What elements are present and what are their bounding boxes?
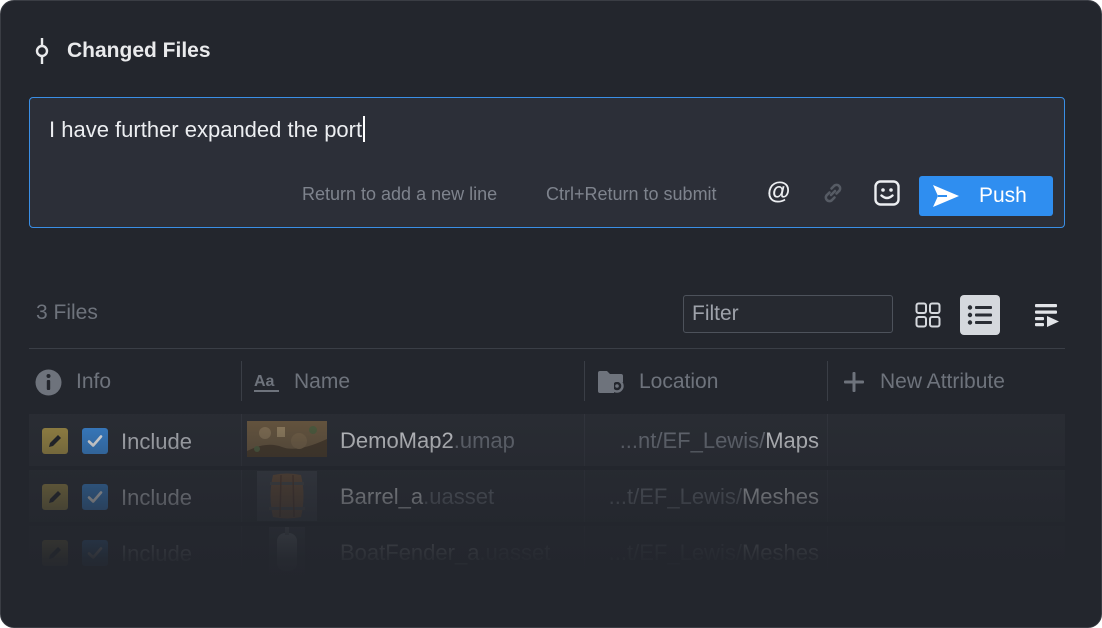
svg-text:Aa: Aa xyxy=(254,373,275,390)
commit-message-text: I have further expanded the port xyxy=(49,117,363,142)
smile-icon[interactable] xyxy=(873,179,901,207)
pencil-icon xyxy=(49,491,61,503)
filter-input[interactable] xyxy=(683,295,893,333)
column-header-location[interactable]: Location xyxy=(597,363,718,401)
column-separator[interactable] xyxy=(241,361,242,401)
checkmark-icon xyxy=(87,435,103,447)
file-extension: .umap xyxy=(453,428,515,453)
mention-button[interactable]: @ xyxy=(767,178,790,206)
cell-separator xyxy=(241,470,242,522)
include-checkbox[interactable] xyxy=(82,484,108,510)
submit-hint: Ctrl+Return to submit xyxy=(546,184,717,204)
cell-separator xyxy=(827,526,828,578)
column-label-location: Location xyxy=(639,370,719,393)
cell-separator xyxy=(584,414,585,466)
commit-message-input[interactable]: I have further expanded the port xyxy=(49,116,365,143)
new-attribute-label: New Attribute xyxy=(880,370,1005,393)
edit-status-button[interactable] xyxy=(42,540,68,566)
checkmark-icon xyxy=(87,491,103,503)
column-separator[interactable] xyxy=(584,361,585,401)
cell-separator xyxy=(827,470,828,522)
include-label: Include xyxy=(121,541,192,566)
include-label: Include xyxy=(121,485,192,510)
include-label: Include xyxy=(121,429,192,454)
file-name-base: Barrel_a xyxy=(340,484,424,509)
location-folder: Meshes xyxy=(741,540,819,565)
edit-status-button[interactable] xyxy=(42,484,68,510)
pencil-icon xyxy=(49,435,61,447)
columns-view-icon xyxy=(1035,304,1059,327)
table-row[interactable]: Include BoatFender_a.uasset ...t/EF_Lewi… xyxy=(29,526,1065,578)
new-attribute-button[interactable]: New Attribute xyxy=(844,363,1005,401)
page-title: Changed Files xyxy=(67,39,211,62)
table-row[interactable]: Include DemoMap2.umap ...nt/EF_Lewis/Map… xyxy=(29,414,1065,466)
changed-files-panel: Changed Files I have further expanded th… xyxy=(0,0,1102,628)
location-path: ...t/EF_Lewis/ xyxy=(608,540,742,565)
edit-status-button[interactable] xyxy=(42,428,68,454)
include-checkbox[interactable] xyxy=(82,428,108,454)
cell-separator xyxy=(827,414,828,466)
table-row[interactable]: Include Barrel_a.uasset ...t/EF_Lewis/Me… xyxy=(29,470,1065,522)
file-name: Barrel_a.uasset xyxy=(340,484,494,510)
map-thumbnail xyxy=(247,421,327,457)
panel-header: Changed Files xyxy=(33,35,211,67)
commit-message-box[interactable]: I have further expanded the port Return … xyxy=(29,97,1065,228)
text-caret xyxy=(363,116,365,142)
file-extension: .uasset xyxy=(479,540,551,565)
newline-hint: Return to add a new line xyxy=(302,184,498,204)
column-header-name[interactable]: Aa Name xyxy=(254,363,350,401)
location-path: ...nt/EF_Lewis/ xyxy=(619,428,766,453)
file-location: ...t/EF_Lewis/Meshes xyxy=(609,484,819,510)
link-icon[interactable] xyxy=(819,179,847,207)
columns-view-button[interactable] xyxy=(1027,295,1067,335)
file-name-base: DemoMap2 xyxy=(340,428,454,453)
grid-view-icon xyxy=(915,302,941,328)
cell-separator xyxy=(241,526,242,578)
barrel-thumbnail xyxy=(257,471,317,521)
push-button[interactable]: Push xyxy=(919,176,1053,216)
send-icon xyxy=(933,185,959,207)
pencil-icon xyxy=(49,547,61,559)
plus-icon xyxy=(844,372,864,392)
column-label-name: Name xyxy=(294,370,351,393)
file-name-base: BoatFender_a xyxy=(340,540,480,565)
files-count: 3 Files xyxy=(36,301,98,324)
list-view-icon xyxy=(967,305,992,325)
column-header-info[interactable]: Info xyxy=(35,363,111,401)
location-path: ...t/EF_Lewis/ xyxy=(608,484,742,509)
push-button-label: Push xyxy=(979,184,1027,207)
location-folder: Maps xyxy=(765,428,819,453)
location-folder: Meshes xyxy=(741,484,819,509)
info-icon xyxy=(35,369,62,395)
include-checkbox[interactable] xyxy=(82,540,108,566)
cell-separator xyxy=(584,526,585,578)
list-view-button[interactable] xyxy=(960,295,1000,335)
file-location: ...nt/EF_Lewis/Maps xyxy=(620,428,819,454)
folder-location-icon xyxy=(598,371,624,393)
cell-separator xyxy=(241,414,242,466)
column-label-info: Info xyxy=(76,370,112,393)
file-location: ...t/EF_Lewis/Meshes xyxy=(609,540,819,566)
checkmark-icon xyxy=(87,547,103,559)
cell-separator xyxy=(584,470,585,522)
toolbar-divider xyxy=(29,348,1065,349)
boat-fender-thumbnail xyxy=(269,527,305,577)
file-name: DemoMap2.umap xyxy=(340,428,515,454)
commit-icon xyxy=(35,38,49,64)
file-name: BoatFender_a.uasset xyxy=(340,540,550,566)
file-extension: .uasset xyxy=(423,484,495,509)
text-type-icon: Aa xyxy=(254,373,279,392)
grid-view-button[interactable] xyxy=(908,295,948,335)
column-separator[interactable] xyxy=(827,361,828,401)
